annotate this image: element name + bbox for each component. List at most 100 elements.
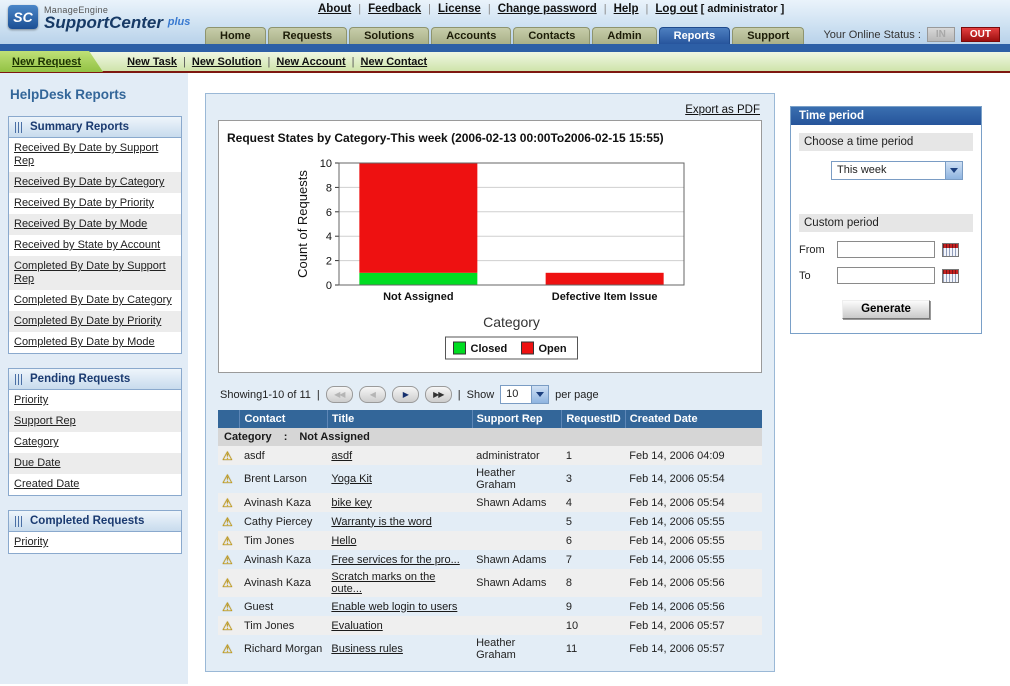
request-title-link[interactable]: Free services for the pro... [331, 554, 459, 566]
sidebar-section-header: Summary Reports [9, 117, 181, 138]
from-date-input[interactable] [837, 241, 935, 258]
header-link-change-password[interactable]: Change password [498, 3, 597, 15]
new-request-tab[interactable]: New Request [0, 51, 103, 72]
generate-button[interactable]: Generate [842, 300, 930, 319]
status-in-button[interactable]: IN [926, 27, 955, 42]
request-title-link[interactable]: Business rules [331, 643, 403, 655]
status-out-button[interactable]: OUT [960, 27, 1000, 42]
sidebar-item[interactable]: Completed By Date by Mode [9, 332, 181, 353]
column-header: RequestID [561, 410, 626, 428]
request-title-link[interactable]: Enable web login to users [331, 601, 457, 613]
sidebar-item-link[interactable]: Priority [14, 394, 48, 406]
sidebar-item-link[interactable]: Completed By Date by Category [14, 294, 172, 306]
sidebar-item[interactable]: Completed By Date by Category [9, 290, 181, 311]
tab-contacts[interactable]: Contacts [513, 27, 591, 44]
tab-accounts[interactable]: Accounts [431, 27, 512, 44]
nav-tabs: Home Requests Solutions Accounts Contacts Adm… [205, 27, 805, 44]
tab-requests[interactable]: Requests [267, 27, 348, 44]
request-title-link[interactable]: Yoga Kit [331, 473, 372, 485]
warning-icon: ⚠ [222, 642, 233, 656]
contact-cell: Richard Morgan [243, 643, 323, 655]
calendar-icon[interactable] [942, 268, 959, 283]
last-page-button[interactable]: ▶▶ [424, 386, 452, 403]
request-title-link[interactable]: Warranty is the word [331, 516, 431, 528]
warning-icon: ⚠ [222, 552, 233, 567]
tab-support[interactable]: Support [732, 27, 805, 44]
chevron-down-icon[interactable] [945, 162, 962, 179]
contact-cell: asdf [239, 446, 328, 465]
table-row: ⚠ Tim Jones Evaluation 10 Feb 14, 2006 05:57 [218, 616, 762, 635]
per-page-select[interactable]: 10 [500, 385, 550, 404]
sidebar-item[interactable]: Created Date [9, 474, 181, 495]
request-title-link[interactable]: asdf [331, 450, 352, 462]
first-page-icon: ◀◀ [334, 390, 345, 399]
time-period-select[interactable]: This week [831, 161, 963, 180]
request-title-link[interactable]: Evaluation [331, 620, 382, 632]
created-date-cell: Feb 14, 2006 05:54 [625, 493, 762, 512]
action-link-new-account[interactable]: New Account [276, 56, 345, 68]
sidebar-item-link[interactable]: Received by State by Account [14, 239, 160, 251]
online-status: Your Online Status : IN OUT [823, 27, 1000, 42]
action-link-new-task[interactable]: New Task [127, 56, 177, 68]
table-row: ⚠ Tim Jones Hello 6 Feb 14, 2006 05:55 [218, 531, 762, 550]
sidebar-item[interactable]: Received By Date by Support Rep [9, 138, 181, 172]
header-link-feedback[interactable]: Feedback [368, 3, 421, 15]
calendar-icon[interactable] [942, 242, 959, 257]
sidebar-item[interactable]: Priority [9, 390, 181, 411]
sidebar-item-link[interactable]: Received By Date by Category [14, 176, 164, 188]
sidebar-item[interactable]: Completed By Date by Support Rep [9, 256, 181, 290]
request-title-link[interactable]: Hello [331, 535, 356, 547]
sidebar-item-link[interactable]: Completed By Date by Support Rep [14, 260, 166, 285]
section-bars-icon [15, 373, 24, 385]
chevron-down-icon[interactable] [531, 386, 549, 403]
sidebar-item-link[interactable]: Completed By Date by Mode [14, 336, 155, 348]
header-link-help[interactable]: Help [614, 3, 639, 15]
tab-reports[interactable]: Reports [658, 27, 731, 44]
category-chart: 0 2 4 6 8 10 Not Assigned Defective Item Issue C… [221, 145, 761, 367]
next-page-button[interactable]: ▶ [391, 386, 419, 403]
export-pdf-link[interactable]: Export as PDF [685, 104, 760, 116]
sidebar-item[interactable]: Support Rep [9, 411, 181, 432]
request-title-link[interactable]: bike key [331, 497, 371, 509]
action-link-new-contact[interactable]: New Contact [361, 56, 428, 68]
sidebar-item[interactable]: Completed By Date by Priority [9, 311, 181, 332]
sidebar-item-link[interactable]: Priority [14, 536, 48, 548]
contact-cell: Avinash Kaza [239, 493, 328, 512]
header-link-about[interactable]: About [318, 3, 351, 15]
sidebar-item[interactable]: Priority [9, 532, 181, 553]
request-title-link[interactable]: Scratch marks on the oute... [331, 571, 435, 595]
header-link-license[interactable]: License [438, 3, 481, 15]
tab-solutions[interactable]: Solutions [349, 27, 430, 44]
prev-page-button[interactable]: ◀ [358, 386, 386, 403]
tab-home[interactable]: Home [205, 27, 266, 44]
svg-text:Closed: Closed [471, 343, 508, 355]
svg-text:Defective Item Issue: Defective Item Issue [552, 291, 658, 303]
tab-admin[interactable]: Admin [592, 27, 657, 44]
sidebar-item-link[interactable]: Received By Date by Support Rep [14, 142, 158, 167]
sidebar-item[interactable]: Received by State by Account [9, 235, 181, 256]
sidebar-item-link[interactable]: Category [14, 436, 59, 448]
sidebar-item[interactable]: Received By Date by Priority [9, 193, 181, 214]
sidebar-item-link[interactable]: Received By Date by Mode [14, 218, 147, 230]
created-date-cell: Feb 14, 2006 05:54 [629, 473, 725, 485]
per-page-suffix: per page [555, 388, 599, 401]
sidebar-item-link[interactable]: Received By Date by Priority [14, 197, 154, 209]
sidebar-item-link[interactable]: Due Date [14, 457, 60, 469]
sidebar-item-link[interactable]: Completed By Date by Priority [14, 315, 161, 327]
link-separator: | [645, 3, 649, 15]
sidebar-item[interactable]: Received By Date by Mode [9, 214, 181, 235]
sidebar-item-link[interactable]: Support Rep [14, 415, 76, 427]
sidebar-item[interactable]: Category [9, 432, 181, 453]
sidebar-section-title: Completed Requests [30, 515, 145, 527]
sidebar-item[interactable]: Received By Date by Category [9, 172, 181, 193]
sidebar-section: Summary Reports Received By Date by Suppo… [8, 116, 182, 354]
header-link-log-out[interactable]: Log out [655, 3, 697, 15]
first-page-button[interactable]: ◀◀ [325, 386, 353, 403]
created-date-cell: Feb 14, 2006 04:09 [625, 446, 762, 465]
action-link-new-solution[interactable]: New Solution [192, 56, 262, 68]
sidebar-item-link[interactable]: Created Date [14, 478, 79, 490]
created-date-cell: Feb 14, 2006 05:56 [629, 600, 725, 613]
sidebar-item[interactable]: Due Date [9, 453, 181, 474]
to-date-input[interactable] [837, 267, 935, 284]
new-request-link[interactable]: New Request [12, 56, 81, 68]
